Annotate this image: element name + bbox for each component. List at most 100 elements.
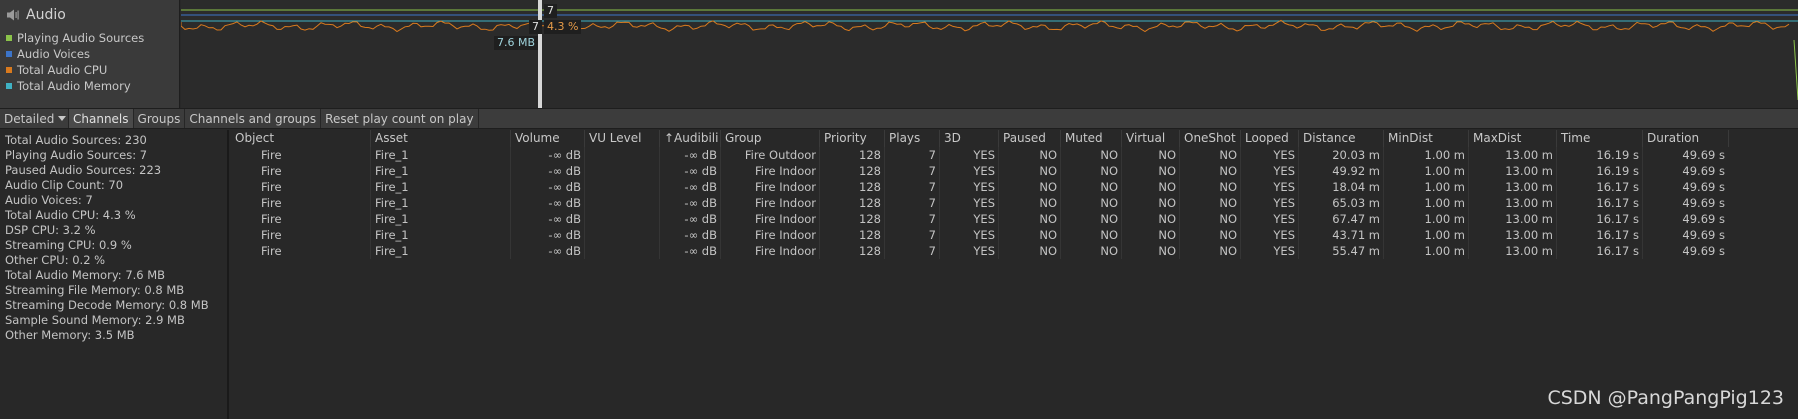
tab-channels-and-groups[interactable]: Channels and groups: [185, 109, 322, 128]
table-row[interactable]: Fire Fire_1 -∞ dB -∞ dB Fire Indoor 128 7 YES NO…: [231, 163, 1798, 179]
cell-group: Fire Indoor: [755, 196, 816, 210]
cell-volume: -∞ dB: [548, 148, 581, 162]
tab-label: Channels: [73, 111, 129, 126]
cell-group: Fire Indoor: [755, 228, 816, 242]
table-row[interactable]: Fire Fire_1 -∞ dB -∞ dB Fire Indoor 128 7 YES NO…: [231, 243, 1798, 259]
column-header-virtual[interactable]: Virtual: [1122, 130, 1180, 147]
column-header-3d[interactable]: 3D: [940, 130, 999, 147]
cell-paused: NO: [1039, 212, 1057, 226]
cell-priority: 128: [859, 228, 881, 242]
column-header-duration[interactable]: Duration: [1643, 130, 1729, 147]
cell-virtual: NO: [1158, 228, 1176, 242]
legend-item-audio-voices[interactable]: Audio Voices: [6, 47, 90, 61]
cell-time: 16.17 s: [1596, 244, 1639, 258]
cell-looped: YES: [1273, 180, 1295, 194]
column-header-mindist[interactable]: MinDist: [1384, 130, 1469, 147]
cell-paused: NO: [1039, 148, 1057, 162]
cell-priority: 128: [859, 212, 881, 226]
cell-virtual: NO: [1158, 180, 1176, 194]
column-header-distance[interactable]: Distance: [1299, 130, 1384, 147]
audio-module-panel[interactable]: Audio Playing Audio Sources Audio Voices…: [0, 0, 180, 108]
cell-time: 16.17 s: [1596, 212, 1639, 226]
speaker-icon: [7, 9, 19, 21]
cell-asset: Fire_1: [375, 212, 409, 226]
stat-total-audio-sources: Total Audio Sources: 230: [5, 133, 147, 147]
legend-item-total-audio-cpu[interactable]: Total Audio CPU: [6, 63, 107, 77]
cell-virtual: NO: [1158, 164, 1176, 178]
cell-distance: 18.04 m: [1332, 180, 1380, 194]
column-header-oneshot[interactable]: OneShot: [1180, 130, 1241, 147]
tab-label: Channels and groups: [189, 111, 317, 126]
cell-maxdist: 13.00 m: [1505, 180, 1553, 194]
column-header-volume[interactable]: Volume: [511, 130, 585, 147]
cell-paused: NO: [1039, 164, 1057, 178]
cell-time: 16.19 s: [1596, 164, 1639, 178]
cell-asset: Fire_1: [375, 180, 409, 194]
cell-plays: 7: [928, 148, 936, 162]
column-header-priority[interactable]: Priority: [820, 130, 885, 147]
column-header-vu-level[interactable]: VU Level: [585, 130, 660, 147]
column-header-object[interactable]: Object: [231, 130, 371, 147]
cell-mindist: 1.00 m: [1424, 212, 1465, 226]
column-header-paused[interactable]: Paused: [999, 130, 1061, 147]
cell-group: Fire Indoor: [755, 164, 816, 178]
graph-label-voices: 7: [529, 20, 542, 34]
table-row[interactable]: Fire Fire_1 -∞ dB -∞ dB Fire Indoor 128 7 YES NO…: [231, 211, 1798, 227]
cell-oneshot: NO: [1219, 244, 1237, 258]
cell-time: 16.17 s: [1596, 196, 1639, 210]
graph-label-memory: 7.6 MB: [494, 36, 539, 50]
cell-plays: 7: [928, 164, 936, 178]
legend-item-playing-audio-sources[interactable]: Playing Audio Sources: [6, 31, 144, 45]
column-header-audibili[interactable]: ↑Audibili: [660, 130, 721, 147]
stat-audio-clip-count: Audio Clip Count: 70: [5, 178, 124, 192]
cell-3d: YES: [973, 244, 995, 258]
cell-mindist: 1.00 m: [1424, 148, 1465, 162]
stat-audio-voices: Audio Voices: 7: [5, 193, 93, 207]
cell-object: Fire: [261, 196, 282, 210]
table-row[interactable]: Fire Fire_1 -∞ dB -∞ dB Fire Indoor 128 7 YES NO…: [231, 227, 1798, 243]
cell-priority: 128: [859, 164, 881, 178]
cell-muted: NO: [1100, 196, 1118, 210]
stat-streaming-decode-memory: Streaming Decode Memory: 0.8 MB: [5, 298, 209, 312]
cell-priority: 128: [859, 180, 881, 194]
cell-audibili: -∞ dB: [684, 196, 717, 210]
cell-maxdist: 13.00 m: [1505, 228, 1553, 242]
cell-oneshot: NO: [1219, 228, 1237, 242]
cell-maxdist: 13.00 m: [1505, 196, 1553, 210]
table-row[interactable]: Fire Fire_1 -∞ dB -∞ dB Fire Indoor 128 7 YES NO…: [231, 195, 1798, 211]
chevron-down-icon: [58, 116, 67, 121]
cell-volume: -∞ dB: [548, 244, 581, 258]
tab-groups[interactable]: Groups: [134, 109, 186, 128]
cell-muted: NO: [1100, 148, 1118, 162]
tab-label: Groups: [137, 111, 181, 126]
view-mode-dropdown[interactable]: Detailed: [0, 109, 69, 128]
cell-object: Fire: [261, 148, 282, 162]
reset-label: Reset play count on play: [325, 111, 474, 126]
cell-3d: YES: [973, 196, 995, 210]
cell-paused: NO: [1039, 196, 1057, 210]
column-header-muted[interactable]: Muted: [1061, 130, 1122, 147]
column-header-maxdist[interactable]: MaxDist: [1469, 130, 1557, 147]
graph-edge-line: [1793, 39, 1798, 101]
table-row[interactable]: Fire Fire_1 -∞ dB -∞ dB Fire Outdoor 128 7 YES N…: [231, 147, 1798, 163]
audio-graph[interactable]: 7 7 4.3 % 7.6 MB: [181, 0, 1798, 108]
reset-play-count-toggle[interactable]: Reset play count on play: [321, 109, 479, 128]
tab-channels[interactable]: Channels: [69, 109, 134, 128]
column-header-looped[interactable]: Looped: [1241, 130, 1299, 147]
graph-lines: [181, 0, 1798, 108]
table-row[interactable]: Fire Fire_1 -∞ dB -∞ dB Fire Indoor 128 7 YES NO…: [231, 179, 1798, 195]
module-title: Audio: [6, 7, 66, 23]
cell-plays: 7: [928, 196, 936, 210]
column-header-plays[interactable]: Plays: [885, 130, 940, 147]
legend-item-total-audio-memory[interactable]: Total Audio Memory: [6, 79, 131, 93]
column-header-group[interactable]: Group: [721, 130, 820, 147]
cell-object: Fire: [261, 212, 282, 226]
cell-3d: YES: [973, 212, 995, 226]
column-header-time[interactable]: Time: [1557, 130, 1643, 147]
cell-distance: 65.03 m: [1332, 196, 1380, 210]
cell-paused: NO: [1039, 244, 1057, 258]
cell-asset: Fire_1: [375, 228, 409, 242]
cell-volume: -∞ dB: [548, 212, 581, 226]
cell-asset: Fire_1: [375, 244, 409, 258]
column-header-asset[interactable]: Asset: [371, 130, 511, 147]
